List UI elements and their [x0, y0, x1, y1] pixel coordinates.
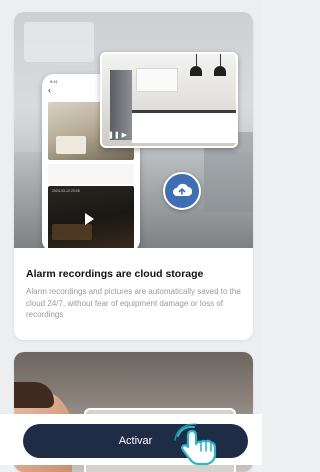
divider — [48, 164, 134, 184]
cloud-storage-illustration: 9:41 ‹ 2023-03-12 20:05 ❚❚ ▶ — [14, 12, 253, 248]
lamp-shape — [190, 66, 202, 76]
back-arrow-icon: ‹ — [48, 85, 51, 95]
camera-snapshot: ❚❚ ▶ — [100, 52, 238, 148]
pause-icon: ❚❚ ▶ — [108, 132, 128, 139]
lamp-shape — [214, 66, 226, 76]
screen: 9:41 ‹ 2023-03-12 20:05 ❚❚ ▶ Alarm recor… — [0, 0, 262, 472]
feature-title: Alarm recordings are cloud storage — [26, 268, 204, 280]
lamp-wire — [196, 54, 197, 66]
cloud-upload-icon — [163, 172, 201, 210]
fridge-shape — [110, 70, 132, 140]
video-player: 2023-03-12 20:05 — [48, 186, 134, 248]
video-timestamp: 2023-03-12 20:05 — [52, 189, 80, 193]
background-shape — [24, 22, 94, 62]
counter-shape — [132, 110, 236, 143]
play-icon — [85, 213, 94, 225]
feature-description: Alarm recordings and pictures are automa… — [26, 287, 241, 319]
cloud-storage-card: 9:41 ‹ 2023-03-12 20:05 ❚❚ ▶ Alarm recor… — [14, 12, 253, 340]
lamp-wire — [220, 54, 221, 66]
phone-time: 9:41 — [50, 79, 58, 84]
tap-hand-icon — [174, 423, 217, 466]
cabinet-shape — [136, 68, 178, 92]
hair-shape — [14, 382, 54, 408]
